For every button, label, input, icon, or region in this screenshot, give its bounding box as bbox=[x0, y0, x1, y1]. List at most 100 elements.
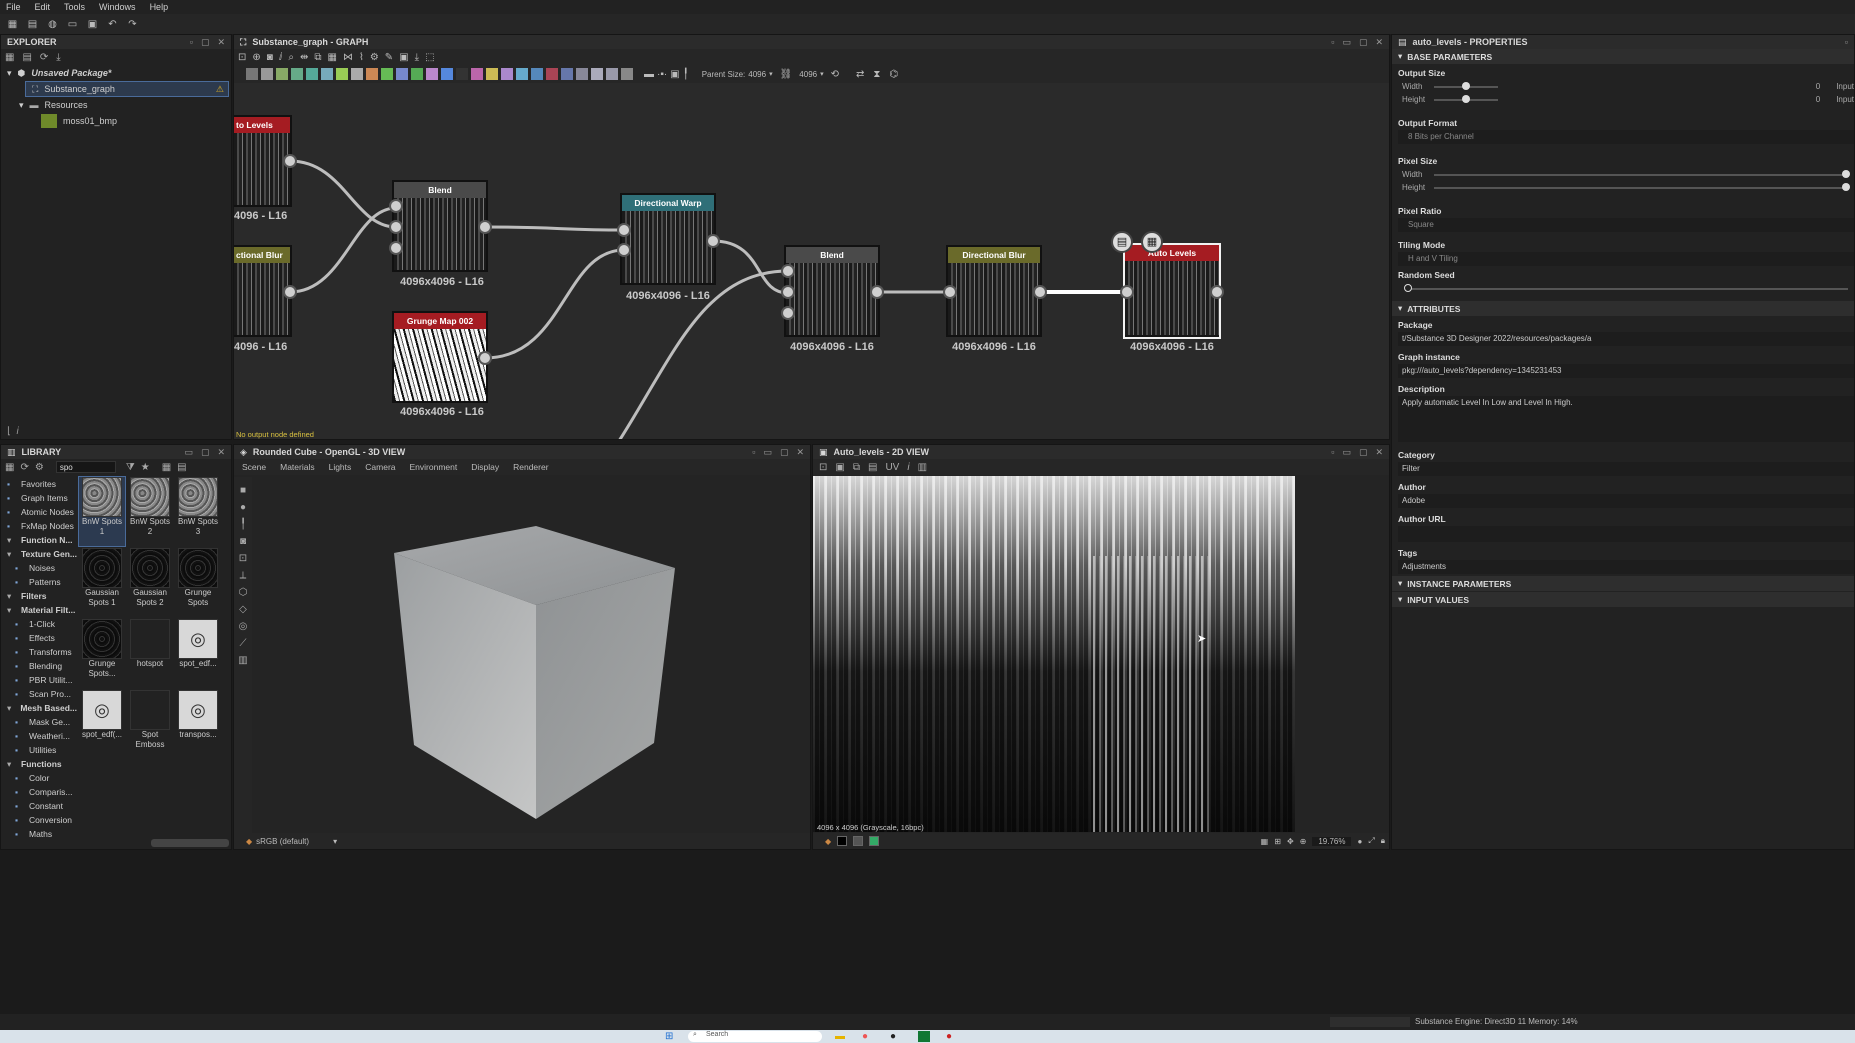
bg-black-icon[interactable] bbox=[837, 836, 848, 846]
view-3d-badge-icon[interactable]: ▦ bbox=[1141, 231, 1163, 253]
brush-icon[interactable]: ╿ bbox=[240, 519, 246, 530]
reset-zoom-icon[interactable]: ⤢ bbox=[1368, 836, 1374, 846]
tree-resources[interactable]: ▾ ▬ Resources bbox=[1, 97, 231, 113]
move-icon[interactable]: ✥ bbox=[1287, 837, 1294, 846]
node-auto-levels[interactable]: Auto Levels bbox=[1123, 243, 1221, 339]
video-camera-icon[interactable]: ■ bbox=[240, 485, 246, 496]
pin-icon[interactable]: ▫ bbox=[1845, 37, 1848, 47]
tab-renderer[interactable]: Renderer bbox=[513, 462, 548, 472]
new-icon[interactable]: ▦ bbox=[5, 52, 14, 63]
library-category[interactable]: ▪ Noises bbox=[1, 561, 77, 575]
input-port-mask[interactable] bbox=[389, 241, 403, 255]
lock-icon[interactable]: 🔒︎ bbox=[1381, 836, 1385, 846]
tiling-icon[interactable]: ⊞ bbox=[1274, 837, 1281, 846]
slider-knob[interactable] bbox=[1462, 94, 1470, 103]
refresh-icon[interactable]: ⟳ bbox=[20, 462, 28, 473]
float-icon[interactable]: ▭ bbox=[763, 447, 772, 458]
library-category[interactable]: ▪ Conversion bbox=[1, 813, 77, 827]
menu-file[interactable]: File bbox=[6, 2, 21, 12]
tab-lights[interactable]: Lights bbox=[329, 462, 352, 472]
windows-start-icon[interactable]: ⊞ bbox=[665, 1031, 673, 1042]
tree-graph[interactable]: ⛶ Substance_graph ⚠ bbox=[25, 81, 229, 97]
fit-view-icon[interactable]: ⊡ bbox=[819, 462, 827, 473]
pin-icon[interactable]: ▫ bbox=[190, 37, 193, 48]
section-base-parameters[interactable]: ▾ BASE PARAMETERS bbox=[1392, 49, 1854, 64]
globe-icon[interactable]: ◍ bbox=[46, 19, 59, 30]
library-item[interactable]: ◎ spot_edf(... bbox=[79, 690, 125, 759]
channels-icon[interactable]: ▤ bbox=[868, 462, 877, 473]
library-category[interactable]: ▾ Texture Gen... bbox=[1, 547, 77, 561]
library-category[interactable]: ▪ Graph Items bbox=[1, 491, 77, 505]
output-format-select[interactable]: 8 Bits per Channel bbox=[1398, 130, 1854, 144]
star-icon[interactable]: ★ bbox=[141, 462, 150, 473]
maximize-icon[interactable]: ▢ bbox=[1359, 447, 1368, 458]
texture-preview[interactable]: ➤ bbox=[813, 476, 1295, 832]
output-port[interactable] bbox=[283, 154, 297, 168]
frame-icon[interactable]: ⊡ bbox=[239, 553, 247, 564]
slider-knob[interactable] bbox=[1842, 182, 1850, 191]
library-category[interactable]: ▪ Color bbox=[1, 771, 77, 785]
package-field[interactable]: t/Substance 3D Designer 2022/resources/p… bbox=[1398, 332, 1854, 346]
library-category[interactable]: ▾ Material Filt... bbox=[1, 603, 77, 617]
library-item[interactable]: ◎ spot_edf... bbox=[175, 619, 221, 688]
input-port-foreground[interactable] bbox=[389, 199, 403, 213]
recorder-icon[interactable]: ● bbox=[946, 1031, 952, 1042]
pixel-width-slider[interactable] bbox=[1434, 169, 1850, 178]
cube-icon[interactable]: ◇ bbox=[239, 604, 247, 615]
stats-icon[interactable]: ▥ bbox=[238, 655, 247, 666]
library-item[interactable]: Grunge Spots... bbox=[79, 619, 125, 688]
tree-package[interactable]: ▾ ⬢ Unsaved Package* bbox=[1, 65, 231, 81]
node-blend-1[interactable]: Blend bbox=[392, 180, 488, 272]
screenshot-icon[interactable]: ◙ bbox=[240, 536, 246, 547]
library-category[interactable]: ▪ Effects bbox=[1, 631, 77, 645]
node-directional-warp[interactable]: Directional Warp bbox=[620, 193, 716, 285]
config-icon[interactable]: ⚙ bbox=[35, 462, 44, 473]
eye-icon[interactable]: ◎ bbox=[239, 621, 248, 632]
output-port[interactable] bbox=[1033, 285, 1047, 299]
tab-environment[interactable]: Environment bbox=[410, 462, 458, 472]
link-icon[interactable]: ▤ bbox=[22, 52, 31, 63]
tab-scene[interactable]: Scene bbox=[242, 462, 266, 472]
tree-resource-item[interactable]: moss01_bmp bbox=[1, 113, 231, 129]
float-icon[interactable]: ▭ bbox=[1342, 447, 1351, 458]
histogram-icon[interactable]: ▥ bbox=[918, 462, 927, 473]
library-category[interactable]: ▪ Weatheri... bbox=[1, 729, 77, 743]
tags-field[interactable]: Adjustments bbox=[1398, 560, 1854, 574]
chevron-down-icon[interactable]: ▾ bbox=[19, 100, 24, 111]
slider-knob[interactable] bbox=[1842, 169, 1850, 178]
info-icon[interactable]: i bbox=[16, 426, 18, 437]
add-icon[interactable]: ▦ bbox=[5, 462, 14, 473]
pin-icon[interactable]: ▫ bbox=[752, 447, 755, 458]
axis-icon[interactable]: ⟂ bbox=[240, 570, 247, 581]
menu-edit[interactable]: Edit bbox=[35, 2, 51, 12]
menu-help[interactable]: Help bbox=[150, 2, 169, 12]
menu-tools[interactable]: Tools bbox=[64, 2, 85, 12]
filter-icon[interactable]: ⧩ bbox=[126, 462, 135, 473]
new-graph-icon[interactable]: ▤ bbox=[26, 19, 39, 30]
chevron-down-icon[interactable]: ▾ bbox=[333, 837, 337, 846]
output-port[interactable] bbox=[478, 220, 492, 234]
maximize-icon[interactable]: ▢ bbox=[201, 37, 210, 48]
graph-instance-field[interactable]: pkg:///auto_levels?dependency=1345231453 bbox=[1398, 364, 1854, 378]
library-item[interactable]: Grunge Spots bbox=[175, 548, 221, 617]
section-instance-parameters[interactable]: ▾ INSTANCE PARAMETERS bbox=[1392, 576, 1854, 591]
undo-icon[interactable]: ↶ bbox=[106, 19, 119, 30]
input-port-background[interactable] bbox=[389, 220, 403, 234]
library-item[interactable]: ◎ transpos... bbox=[175, 690, 221, 759]
rounded-cube-viewport[interactable] bbox=[254, 477, 810, 833]
description-field[interactable]: Apply automatic Level In Low and Level I… bbox=[1398, 396, 1854, 442]
menu-windows[interactable]: Windows bbox=[99, 2, 136, 12]
node-blend-2[interactable]: Blend bbox=[784, 245, 880, 337]
library-item[interactable]: Gaussian Spots 1 bbox=[79, 548, 125, 617]
maximize-icon[interactable]: ▢ bbox=[780, 447, 789, 458]
slider-knob[interactable] bbox=[1462, 81, 1470, 90]
light-icon[interactable]: ● bbox=[240, 502, 246, 513]
file-explorer-icon[interactable]: ▬ bbox=[835, 1031, 845, 1042]
browser-icon[interactable]: ● bbox=[862, 1031, 868, 1042]
tab-display[interactable]: Display bbox=[471, 462, 499, 472]
random-seed-slider[interactable] bbox=[1404, 283, 1848, 292]
output-port[interactable] bbox=[706, 234, 720, 248]
pin-icon[interactable]: ▫ bbox=[1331, 447, 1334, 458]
layers-icon[interactable]: ◆ bbox=[246, 837, 252, 846]
bg-checker-icon[interactable] bbox=[869, 836, 880, 846]
